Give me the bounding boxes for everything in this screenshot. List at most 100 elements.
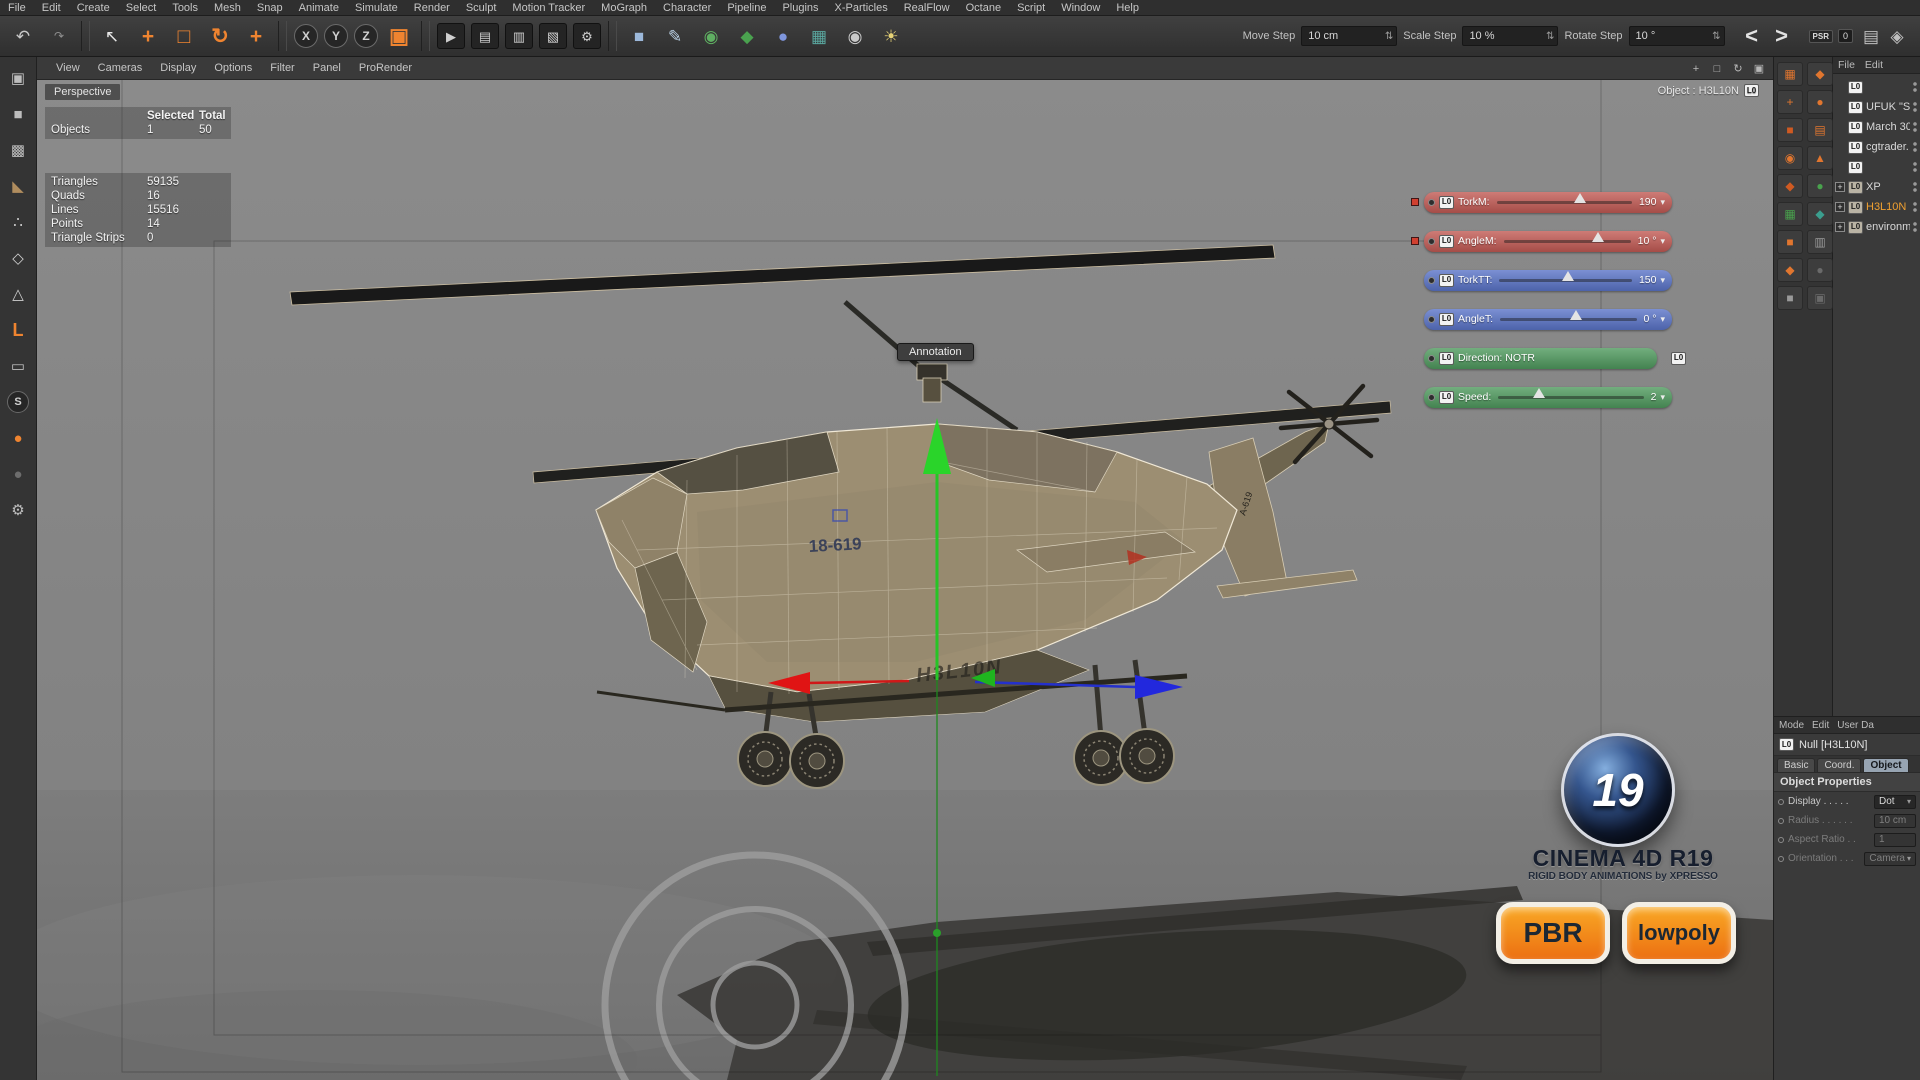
spinner-icon[interactable]: ⇅	[1546, 31, 1554, 42]
team-render-button[interactable]: ▥	[503, 19, 535, 53]
layer-dots-icon[interactable]	[1913, 102, 1917, 112]
layer-dots-icon[interactable]	[1913, 162, 1917, 172]
palette-bezier-icon[interactable]: ●	[1807, 258, 1833, 282]
viewport-menu-item[interactable]: Filter	[261, 57, 303, 80]
menu-item[interactable]: Motion Tracker	[504, 0, 593, 16]
tab-basic[interactable]: Basic	[1777, 758, 1816, 772]
attribute-value-field[interactable]: 1 ▾	[1874, 832, 1916, 847]
workplane-mode-button[interactable]: ◣	[3, 171, 33, 201]
hud-record-dot[interactable]	[1428, 315, 1435, 323]
x-axis-lock[interactable]: X	[292, 19, 320, 53]
toolbar-button[interactable]	[278, 21, 287, 51]
tab-coord[interactable]: Coord.	[1817, 758, 1862, 772]
tree-item-xpresso[interactable]: + L0	[1833, 77, 1920, 97]
menu-item[interactable]: Sculpt	[458, 0, 505, 16]
menu-item[interactable]: Help	[1108, 0, 1147, 16]
interactive-render-button[interactable]: ▧	[537, 19, 569, 53]
hud-anglet-slider[interactable]: L0 AngleT: 0 ° ▾ L0	[1424, 308, 1672, 330]
scene-light-button[interactable]: ☀	[874, 19, 908, 53]
palette-spline-icon[interactable]: ◆	[1777, 258, 1803, 282]
menu-item[interactable]: Simulate	[347, 0, 406, 16]
palette-matrix-icon[interactable]: ▦	[1777, 202, 1803, 226]
layer-dots-icon[interactable]	[1913, 222, 1917, 232]
hud-slider-track[interactable]	[1499, 270, 1632, 282]
palette-sweep-icon[interactable]: ■	[1777, 230, 1803, 254]
expand-icon[interactable]: +	[1835, 202, 1845, 212]
hud-slider-track[interactable]	[1496, 192, 1632, 204]
node-editor-icon[interactable]: ◈	[1884, 23, 1910, 49]
viewport-menu-item[interactable]: Cameras	[89, 57, 152, 80]
hud-slider-thumb[interactable]	[1570, 309, 1583, 320]
zoom-view-icon[interactable]: □	[1709, 63, 1725, 75]
recent-tool[interactable]: +	[239, 19, 273, 53]
render-view-button[interactable]: ▶	[435, 19, 467, 53]
hud-dropdown-icon[interactable]: ▾	[1660, 314, 1665, 325]
move-step-field[interactable]: 10 cm ⇅	[1301, 26, 1398, 46]
hud-slider-thumb[interactable]	[1562, 270, 1575, 281]
hud-dropdown-icon[interactable]: ▾	[1660, 392, 1665, 403]
points-mode-button[interactable]: ∴	[3, 207, 33, 237]
model-mode-button[interactable]: ■	[3, 99, 33, 129]
rotate-tool[interactable]: ↻	[203, 19, 237, 53]
pan-view-icon[interactable]: +	[1688, 63, 1704, 75]
layout-view-icon[interactable]: ▣	[1751, 62, 1767, 75]
hud-slider-track[interactable]	[1498, 387, 1644, 399]
enable-axis-button[interactable]: L	[3, 315, 33, 345]
hud-slider-track[interactable]	[1500, 309, 1637, 321]
animation-dot-icon[interactable]	[1778, 855, 1784, 862]
snap-settings-button[interactable]: ⚙	[3, 495, 33, 525]
scale-step-field[interactable]: 10 % ⇅	[1462, 26, 1559, 46]
expand-icon[interactable]: +	[1835, 222, 1845, 232]
hud-dropdown-icon[interactable]: ▾	[1660, 275, 1665, 286]
live-selection-tool[interactable]: ↖	[95, 19, 129, 53]
menu-item[interactable]: MoGraph	[593, 0, 655, 16]
palette-array-icon[interactable]: ▦	[1777, 62, 1803, 86]
hud-speed-slider[interactable]: L0 Speed: 2 ▾ L0	[1424, 386, 1672, 408]
hud-anglem-slider[interactable]: L0 AngleM: 10 ° ▾ L0	[1411, 230, 1672, 252]
animation-dot-icon[interactable]	[1778, 817, 1784, 824]
viewport-menu-item[interactable]: Panel	[304, 57, 350, 80]
menu-item[interactable]: Window	[1053, 0, 1108, 16]
annotation-tag[interactable]: Annotation	[897, 343, 974, 361]
hud-torktt-slider[interactable]: L0 TorkTT: 150 ▾ L0	[1424, 269, 1672, 291]
menu-item[interactable]: Octane	[958, 0, 1009, 16]
paint-tool-button[interactable]: ●	[3, 423, 33, 453]
primitive-cube-button[interactable]: ■	[622, 19, 656, 53]
hud-slider-thumb[interactable]	[1574, 192, 1587, 203]
menu-item[interactable]: Create	[69, 0, 118, 16]
make-editable-button[interactable]: ▣	[3, 63, 33, 93]
render-settings-button[interactable]: ⚙	[571, 19, 603, 53]
hud-dropdown-icon[interactable]: ▾	[1660, 197, 1665, 208]
simulation-button[interactable]: ●	[766, 19, 800, 53]
floor-object-button[interactable]: ▦	[802, 19, 836, 53]
tree-item-environment[interactable]: + L0 environm	[1833, 217, 1920, 237]
hud-record-dot[interactable]	[1428, 198, 1435, 206]
viewport-menu-item[interactable]: ProRender	[350, 57, 421, 80]
hud-dropdown-icon[interactable]: ▾	[1660, 236, 1665, 247]
tree-item-march[interactable]: + L0 March 30	[1833, 117, 1920, 137]
attribute-menu-item[interactable]: Edit	[1812, 720, 1829, 731]
viewport-solo-button[interactable]: ▭	[3, 351, 33, 381]
mograph-cloner-button[interactable]: ◆	[730, 19, 764, 53]
palette-metaball-icon[interactable]: ●	[1807, 90, 1833, 114]
layer-dots-icon[interactable]	[1913, 142, 1917, 152]
menu-item[interactable]: Snap	[249, 0, 291, 16]
tree-item-cgtrader[interactable]: + L0 cgtrader.	[1833, 137, 1920, 157]
menu-item[interactable]: Script	[1009, 0, 1053, 16]
subdivision-surface-button[interactable]: ◉	[694, 19, 728, 53]
spline-pen-button[interactable]: ✎	[658, 19, 692, 53]
rotate-step-field[interactable]: 10 ° ⇅	[1628, 26, 1725, 46]
expand-icon[interactable]: +	[1835, 182, 1845, 192]
render-picture-viewer-button[interactable]: ▤	[469, 19, 501, 53]
toolbar-button[interactable]	[421, 21, 430, 51]
hud-slider-track[interactable]	[1503, 231, 1631, 243]
menu-item[interactable]: Tools	[164, 0, 206, 16]
y-axis-lock[interactable]: Y	[322, 19, 350, 53]
palette-lathe-icon[interactable]: ▥	[1807, 230, 1833, 254]
menu-item[interactable]: Select	[118, 0, 165, 16]
scene-camera-button[interactable]: ◉	[838, 19, 872, 53]
palette-tracer-icon[interactable]: ●	[1807, 174, 1833, 198]
keyframe-dot-icon[interactable]	[1411, 198, 1419, 206]
texture-view-button[interactable]: ●	[3, 459, 33, 489]
undo-button[interactable]: ↶	[6, 19, 40, 53]
